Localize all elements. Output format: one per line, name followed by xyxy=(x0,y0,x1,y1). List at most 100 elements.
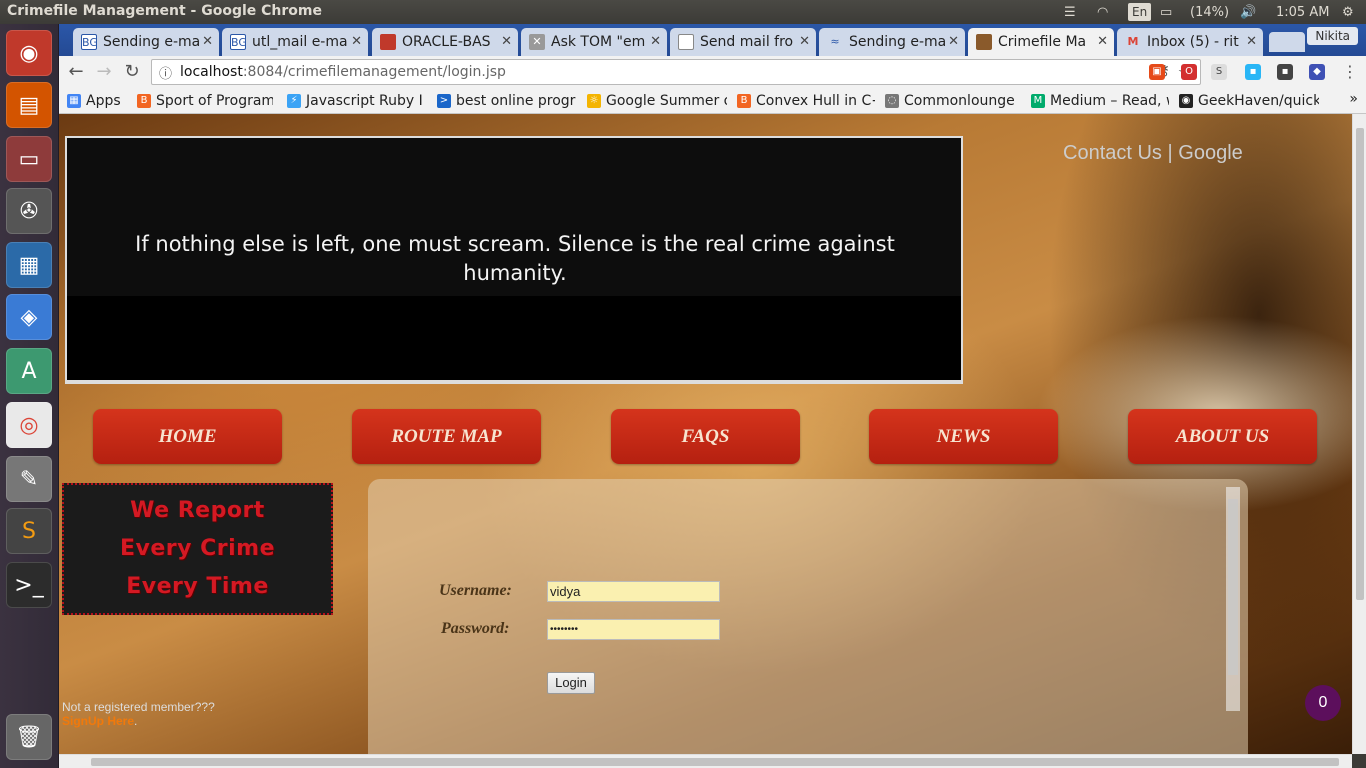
username-input[interactable]: vidya xyxy=(547,581,720,602)
shield-extension-icon[interactable]: ◆ xyxy=(1309,64,1325,80)
username-label: Username: xyxy=(439,582,512,599)
volume-icon[interactable]: 🔊 xyxy=(1240,2,1256,22)
close-tab-icon[interactable]: ✕ xyxy=(351,34,362,49)
nav-faqs-button[interactable]: FAQS xyxy=(611,409,800,464)
tab-active[interactable]: Crimefile Ma ✕ xyxy=(968,28,1114,56)
close-tab-icon[interactable]: ✕ xyxy=(799,34,810,49)
nav-home-button[interactable]: HOME xyxy=(93,409,282,464)
tab-title: Send mail fro xyxy=(700,34,794,50)
nav-about-us-button[interactable]: ABOUT US xyxy=(1128,409,1317,464)
gmail-favicon-icon: M xyxy=(1127,35,1139,48)
panel-scrollbar[interactable] xyxy=(1226,487,1240,711)
bookmark-item[interactable]: ◉ GeekHaven/quick xyxy=(1179,91,1319,111)
power-icon[interactable]: ⚙ xyxy=(1342,2,1354,22)
writer-icon[interactable]: ▦ xyxy=(6,242,52,288)
files-icon[interactable]: ▭ xyxy=(6,136,52,182)
sublime-icon[interactable]: S xyxy=(6,508,52,554)
tab-title: Sending e-ma xyxy=(103,34,201,50)
bookmark-item[interactable]: ☼ Google Summer o xyxy=(587,91,727,111)
tab-title: Crimefile Ma xyxy=(998,34,1087,50)
password-label: Password: xyxy=(441,620,510,637)
bookmark-apps[interactable]: ▦ Apps xyxy=(67,91,129,111)
code-icon: > xyxy=(437,94,451,108)
puzzle-extension-icon[interactable]: ▪ xyxy=(1277,64,1293,80)
close-tab-icon[interactable]: ✕ xyxy=(1246,34,1257,49)
oracle-favicon-icon xyxy=(380,34,396,50)
bookmark-item[interactable]: B Sport of Program xyxy=(137,91,273,111)
virtualbox-icon[interactable]: ◈ xyxy=(6,294,52,340)
tab[interactable]: ✕ Ask TOM "em ✕ xyxy=(521,28,667,56)
window-title: Crimefile Management - Google Chrome xyxy=(7,3,322,19)
bookmark-item[interactable]: > best online progr xyxy=(437,91,577,111)
settings-icon[interactable]: ✇ xyxy=(6,188,52,234)
s-extension-icon[interactable]: S xyxy=(1211,64,1227,80)
crimefile-favicon-icon xyxy=(976,34,992,50)
close-tab-icon[interactable]: ✕ xyxy=(1097,34,1108,49)
terminal-icon[interactable]: >_ xyxy=(6,562,52,608)
address-bar[interactable]: ⓘ localhost:8084/crimefilemanagement/log… xyxy=(151,59,1201,85)
info-icon[interactable]: ⓘ xyxy=(159,63,172,82)
menu-icon[interactable]: ☰ xyxy=(1064,2,1076,22)
bookmark-item[interactable]: ◌ Commonlounge xyxy=(885,91,1021,111)
tab[interactable]: ORACLE-BAS ✕ xyxy=(372,28,518,56)
trash-icon[interactable]: 🗑 xyxy=(6,714,52,760)
tab-title: ORACLE-BAS xyxy=(402,34,491,50)
close-tab-icon[interactable]: ✕ xyxy=(650,34,661,49)
slogan-image: We Report Every Crime Every Time xyxy=(62,483,333,615)
password-input[interactable]: •••••••• xyxy=(547,619,720,640)
bookmark-label: Medium – Read, w xyxy=(1050,93,1169,109)
close-tab-icon[interactable]: ✕ xyxy=(501,34,512,49)
login-panel: Username: vidya Password: •••••••• Login xyxy=(368,479,1248,754)
blogger-icon: B xyxy=(137,94,151,108)
tab[interactable]: BG utl_mail e-ma ✕ xyxy=(222,28,368,56)
bookmark-item[interactable]: B Convex Hull in C+ xyxy=(737,91,875,111)
tab[interactable]: Send mail fro ✕ xyxy=(670,28,816,56)
tab[interactable]: M Inbox (5) - rit ✕ xyxy=(1117,28,1263,56)
extension-icon[interactable]: ▪ xyxy=(1245,64,1261,80)
bookmark-item[interactable]: M Medium – Read, w xyxy=(1031,91,1169,111)
toolbar: ← → ↻ ⓘ localhost:8084/crimefilemanageme… xyxy=(59,56,1366,88)
battery-icon[interactable]: ▭ xyxy=(1160,2,1172,22)
wifi-icon[interactable]: ◠ xyxy=(1097,2,1108,22)
office-extension-icon[interactable]: ▣ xyxy=(1149,64,1165,80)
login-button[interactable]: Login xyxy=(547,672,595,694)
sun-icon: ☼ xyxy=(587,94,601,108)
tab[interactable]: BG Sending e-ma ✕ xyxy=(73,28,219,56)
loading-icon: ◌ xyxy=(885,94,899,108)
tab-title: Sending e-ma xyxy=(849,34,947,50)
opera-extension-icon[interactable]: O xyxy=(1181,64,1197,80)
apps-grid-icon: ▦ xyxy=(67,94,81,108)
contact-us-link[interactable]: Contact Us xyxy=(1063,142,1162,164)
nav-news-button[interactable]: NEWS xyxy=(869,409,1058,464)
bookmark-label: Javascript Ruby I xyxy=(306,93,423,109)
more-bookmarks-icon[interactable]: » xyxy=(1349,91,1358,107)
clock[interactable]: 1:05 AM xyxy=(1276,2,1329,22)
close-tab-icon[interactable]: ✕ xyxy=(202,34,213,49)
chrome-icon[interactable]: ◎ xyxy=(6,402,52,448)
text-editor-icon[interactable]: ✎ xyxy=(6,456,52,502)
back-icon[interactable]: ← xyxy=(65,61,87,83)
google-link[interactable]: Google xyxy=(1178,142,1243,164)
nav-route-map-button[interactable]: ROUTE MAP xyxy=(352,409,541,464)
reload-icon[interactable]: ↻ xyxy=(121,61,143,83)
horizontal-scrollbar[interactable] xyxy=(59,754,1352,768)
bookmark-label: Apps xyxy=(86,93,121,109)
keyboard-indicator[interactable]: En xyxy=(1128,3,1152,21)
slogan-line: Every Time xyxy=(126,574,269,599)
ubuntu-dash-icon[interactable]: ◉ xyxy=(6,30,52,76)
impress-icon[interactable]: ▤ xyxy=(6,82,52,128)
chat-badge[interactable]: 0 xyxy=(1305,685,1341,721)
forward-icon[interactable]: → xyxy=(93,61,115,83)
blogger-icon: B xyxy=(737,94,751,108)
new-tab-button[interactable] xyxy=(1269,32,1305,52)
chrome-menu-icon[interactable]: ⋮ xyxy=(1339,61,1361,83)
tab-title: utl_mail e-ma xyxy=(252,34,348,50)
signup-link[interactable]: SignUp Here xyxy=(62,714,134,728)
slogan-line: Every Crime xyxy=(119,536,276,561)
close-tab-icon[interactable]: ✕ xyxy=(948,34,959,49)
profile-button[interactable]: Nikita xyxy=(1307,27,1358,45)
tab[interactable]: ≈ Sending e-ma ✕ xyxy=(819,28,965,56)
bookmark-item[interactable]: ⚡ Javascript Ruby I xyxy=(287,91,425,111)
vertical-scrollbar[interactable] xyxy=(1352,114,1366,754)
android-studio-icon[interactable]: A xyxy=(6,348,52,394)
